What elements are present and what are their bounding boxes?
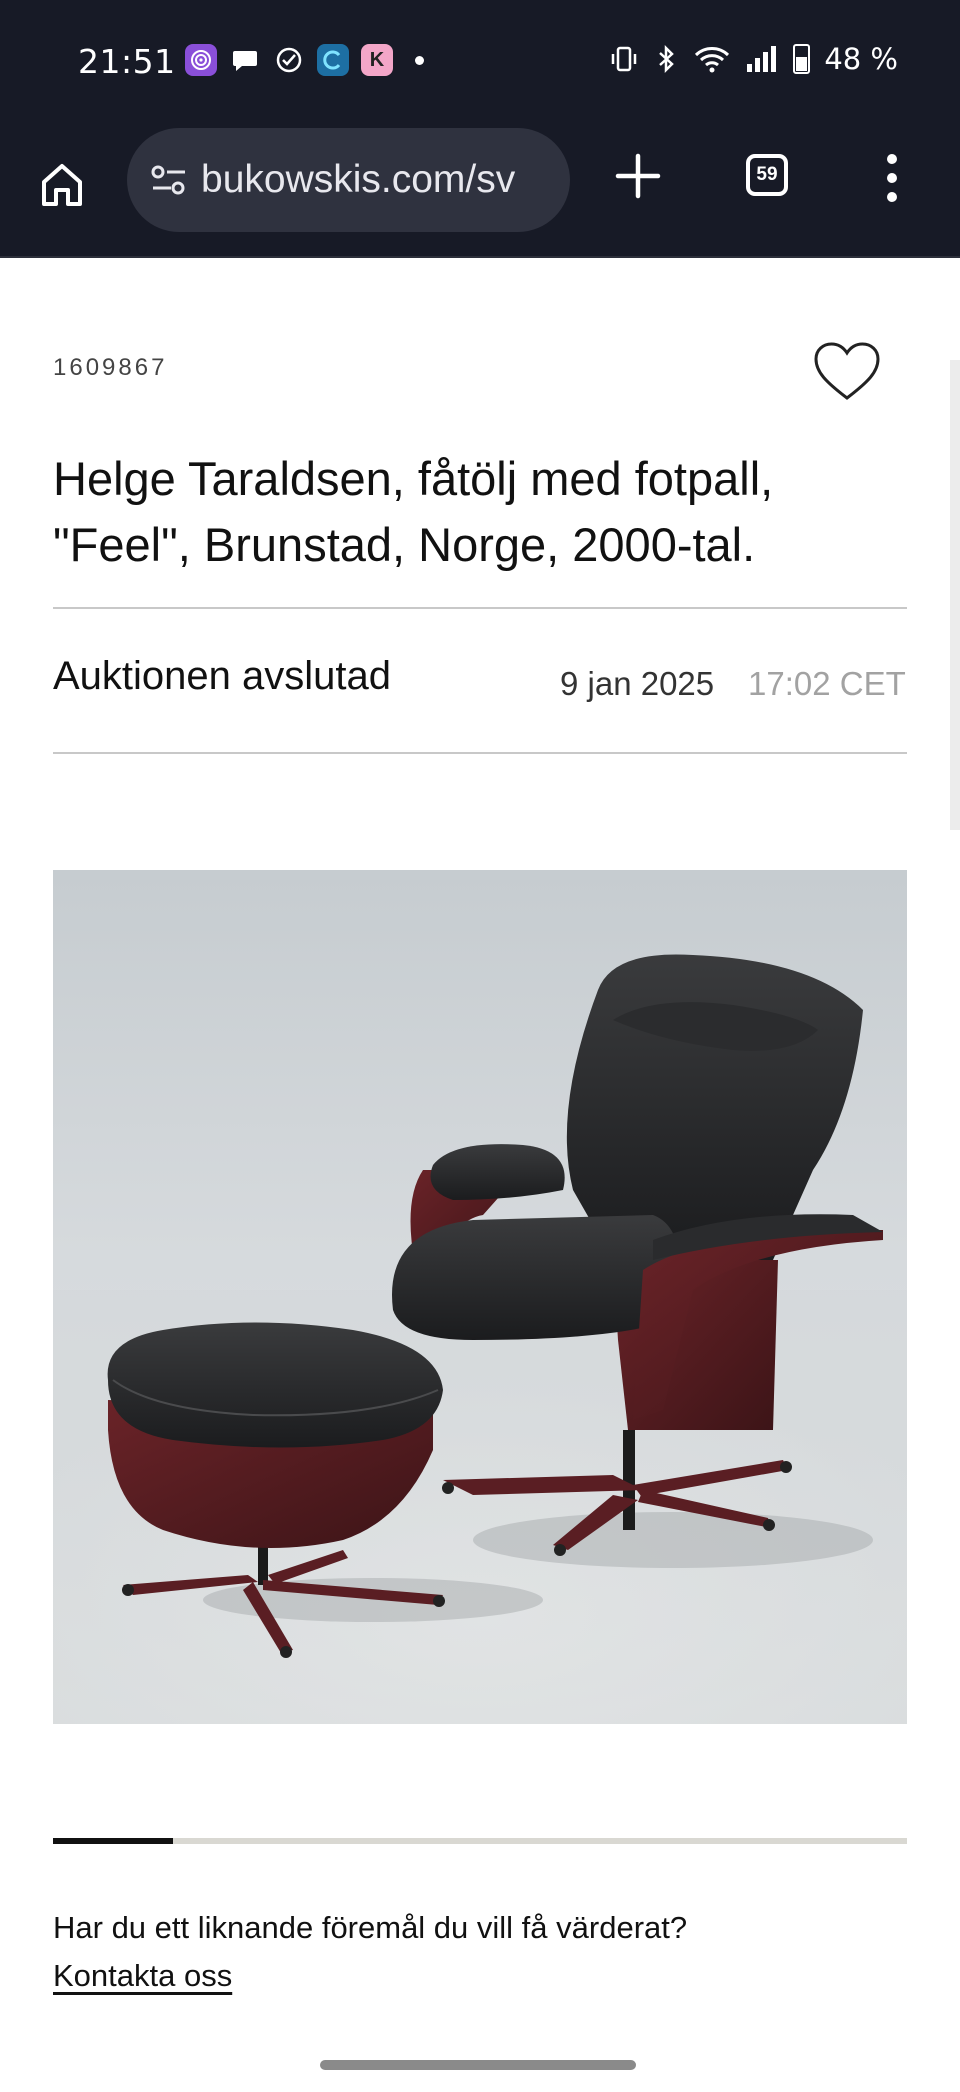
- notification-icons: K: [185, 44, 424, 76]
- more-notifications-dot: [415, 55, 424, 65]
- browser-toolbar: bukowskis.com/sv 59: [0, 124, 960, 258]
- auction-time: 17:02 CET: [748, 665, 906, 702]
- bluetooth-icon: [659, 44, 675, 74]
- signal-icon: [747, 46, 777, 72]
- favorite-heart-icon[interactable]: [812, 340, 882, 404]
- auction-date: 9 jan 2025: [560, 665, 715, 702]
- divider: [53, 607, 907, 609]
- contact-us-link[interactable]: Kontakta oss: [53, 1958, 232, 1994]
- browser-menu-icon[interactable]: [886, 154, 898, 202]
- new-tab-icon[interactable]: [612, 150, 664, 202]
- auction-status: Auktionen avslutad: [53, 654, 392, 698]
- chat-icon: [229, 44, 261, 76]
- lot-number: 1609867: [53, 354, 168, 381]
- wifi-icon: [695, 47, 730, 73]
- check-circle-icon: [273, 44, 305, 76]
- tab-switcher-button[interactable]: 59: [746, 154, 788, 196]
- divider: [53, 752, 907, 754]
- k-app-icon: K: [361, 44, 393, 76]
- valuation-question: Har du ett liknande föremål du vill få v…: [53, 1910, 688, 1945]
- lot-photo[interactable]: [53, 870, 907, 1724]
- vibrate-icon: [612, 46, 637, 72]
- status-bar: 21:51 K 48 %: [0, 0, 960, 124]
- battery-percentage: 48 %: [824, 42, 898, 76]
- battery-icon: [793, 44, 811, 74]
- gallery-progress-bar: [53, 1838, 907, 1844]
- system-icons: 48 %: [609, 42, 898, 76]
- scrollbar[interactable]: [950, 360, 960, 830]
- podcast-app-icon: [185, 44, 217, 76]
- browser-app-icon: [317, 44, 349, 76]
- gallery-progress-fill: [53, 1838, 173, 1844]
- status-time: 21:51: [78, 42, 176, 81]
- home-icon[interactable]: [38, 154, 86, 214]
- url-text[interactable]: bukowskis.com/sv: [201, 158, 515, 202]
- gesture-navigation-bar[interactable]: [320, 2060, 636, 2070]
- address-bar[interactable]: bukowskis.com/sv: [127, 128, 570, 232]
- site-settings-icon[interactable]: [147, 158, 191, 202]
- lot-title: Helge Taraldsen, fåtölj med fotpall, "Fe…: [53, 452, 774, 571]
